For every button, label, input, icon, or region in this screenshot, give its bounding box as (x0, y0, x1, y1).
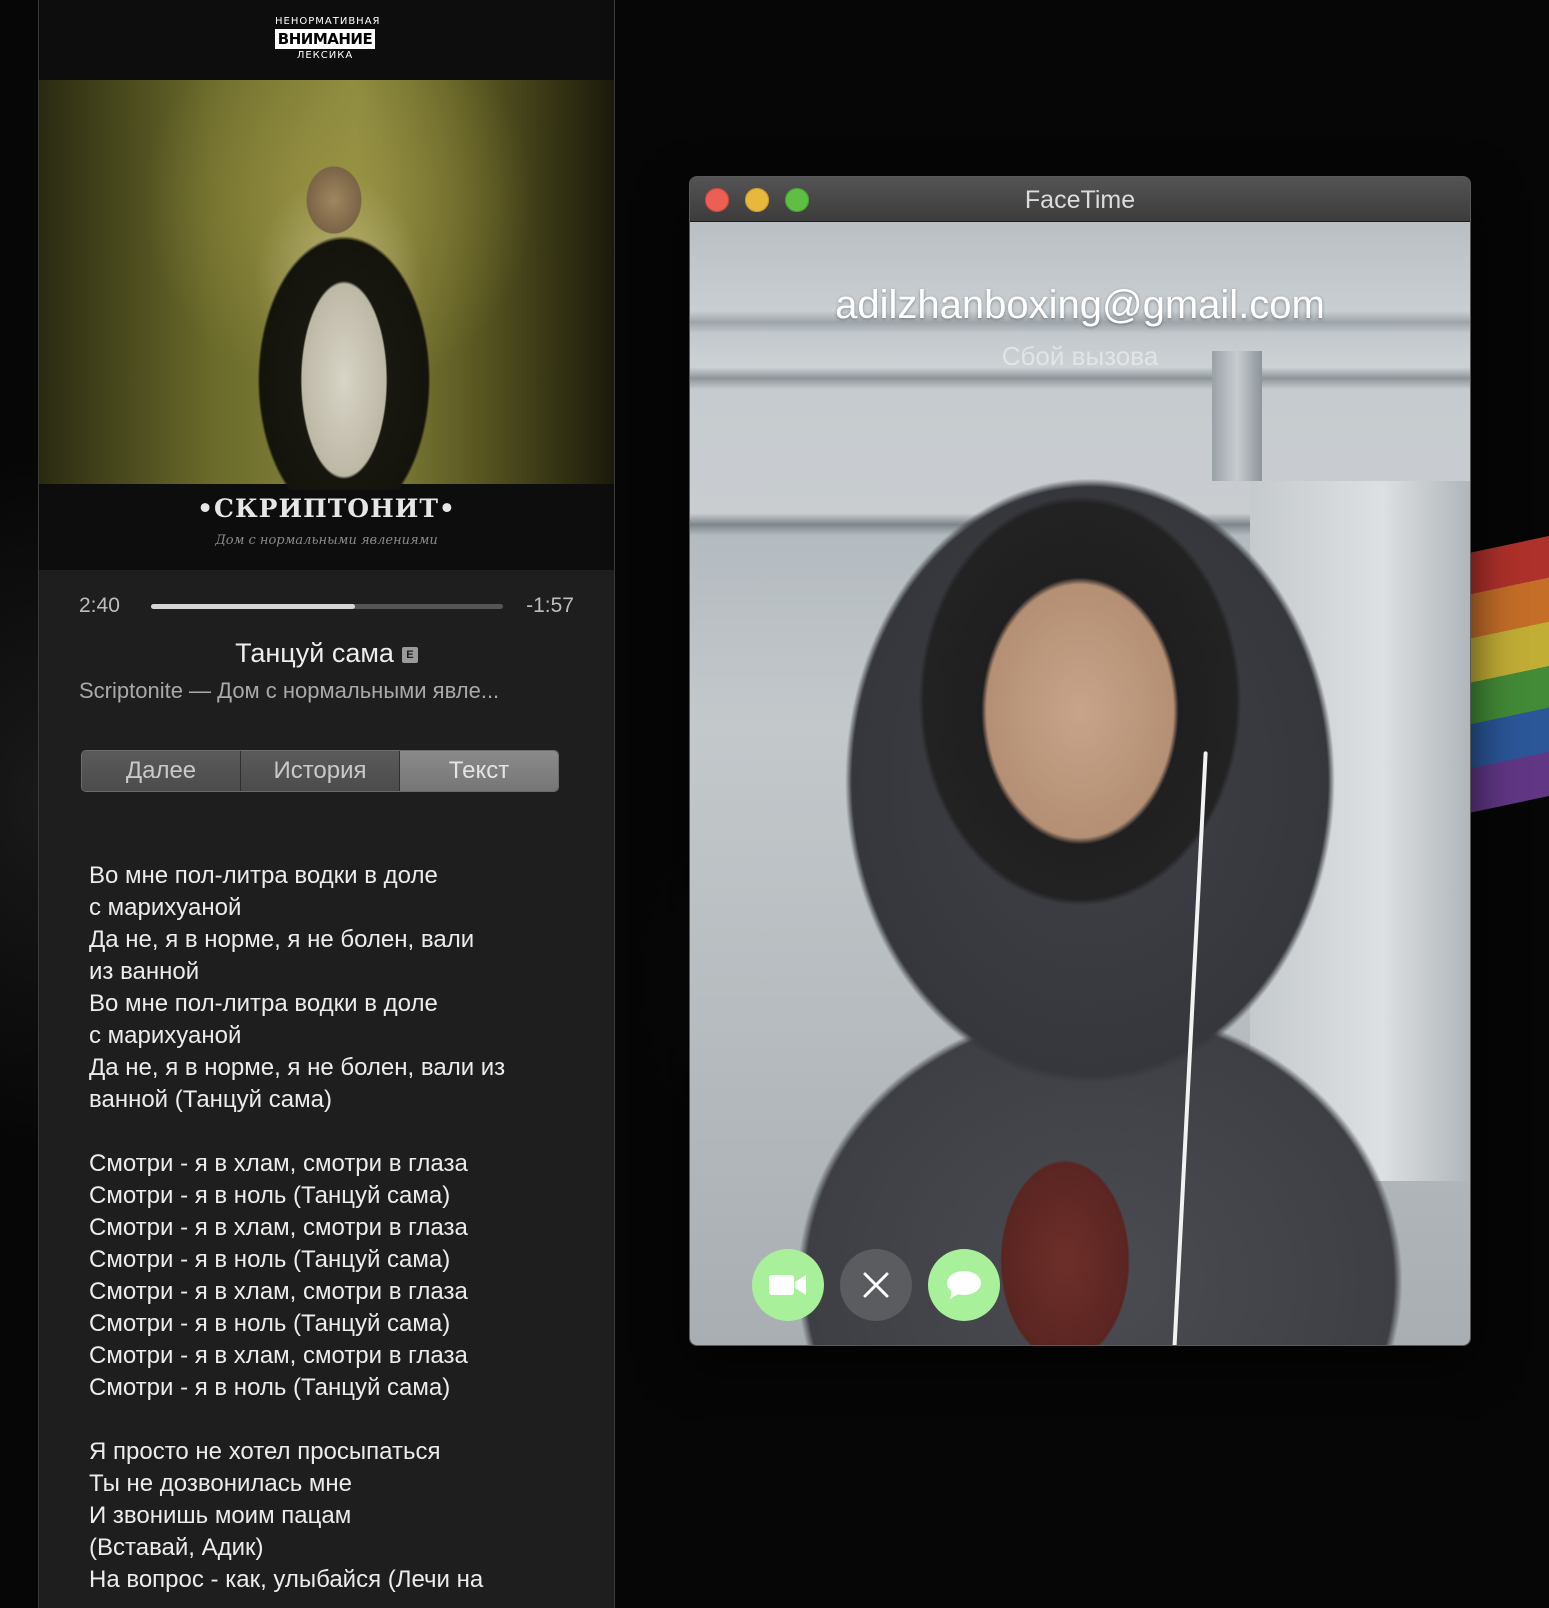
earphone-cable (1172, 751, 1208, 1345)
lyric-line: На вопрос - как, улыбайся (Лечи на (89, 1566, 484, 1593)
lyric-line: И звонишь моим пацам (89, 1502, 352, 1529)
artwork-brand-logo: •СКРИПТОНИТ• (197, 494, 456, 523)
lyric-line: Смотри - я в хлам, смотри в глаза (89, 1214, 468, 1241)
window-titlebar[interactable]: FaceTime (690, 177, 1470, 222)
lyric-line: Да не, я в норме, я не болен, вали из (89, 1054, 506, 1081)
message-button[interactable] (928, 1249, 1000, 1321)
parental-advisory-label: НЕНОРМАТИВНАЯ ВНИМАНИЕ ЛЕКСИКА (275, 16, 381, 62)
video-call-button[interactable] (752, 1249, 824, 1321)
lyric-line: Во мне пол-литра водки в доле (89, 862, 438, 889)
lyric-line: с марихуаной (89, 894, 242, 921)
elapsed-time: 2:40 (79, 594, 120, 617)
tab-next[interactable]: Далее (82, 751, 241, 791)
song-title-row: Танцуй сама E (39, 638, 614, 669)
advisory-top-text: НЕНОРМАТИВНАЯ (275, 16, 381, 27)
album-artwork[interactable]: НЕНОРМАТИВНАЯ ВНИМАНИЕ ЛЕКСИКА •СКРИПТОН… (39, 0, 614, 570)
facetime-window: adilzhanboxing@gmail.com Сбой вызова Fac… (690, 177, 1470, 1345)
wallpaper-rainbow-graphic (1470, 527, 1549, 813)
album-photo (39, 80, 614, 490)
tab-history[interactable]: История (241, 751, 400, 791)
lyric-line: Смотри - я в ноль (Танцуй сама) (89, 1374, 451, 1401)
self-view-person (750, 421, 1450, 1345)
artist-album[interactable]: Scriptonite — Дом с нормальными явле... (79, 678, 579, 704)
lyric-line: Смотри - я в хлам, смотри в глаза (89, 1150, 468, 1177)
lyric-line: Я просто не хотел просыпаться (89, 1438, 441, 1465)
playback-progress: 2:40 -1:57 (39, 590, 614, 620)
window-title: FaceTime (1024, 186, 1136, 214)
lyric-line: ванной (Танцуй сама) (89, 1086, 332, 1113)
explicit-badge: E (401, 647, 418, 663)
artwork-subtitle: Дом с нормальными явлениями (215, 533, 438, 548)
lyric-line: Да не, я в норме, я не болен, вали (89, 926, 475, 953)
advisory-middle-text: ВНИМАНИЕ (275, 29, 375, 49)
decline-button[interactable] (840, 1249, 912, 1321)
lyrics-view[interactable]: Во мне пол-литра водки в доле с марихуано… (89, 860, 569, 1596)
camera-preview: adilzhanboxing@gmail.com Сбой вызова (690, 221, 1470, 1345)
lyric-line: Смотри - я в хлам, смотри в глаза (89, 1278, 468, 1305)
call-status: Сбой вызова (1001, 341, 1159, 371)
lyric-line: Смотри - я в ноль (Танцуй сама) (89, 1246, 451, 1273)
song-title: Танцуй сама (235, 638, 394, 668)
tab-lyrics[interactable]: Текст (400, 751, 558, 791)
music-mini-player: НЕНОРМАТИВНАЯ ВНИМАНИЕ ЛЕКСИКА •СКРИПТОН… (38, 0, 615, 1608)
lyric-line (89, 1116, 569, 1148)
remaining-time: -1:57 (526, 594, 574, 617)
lyric-line: из ванной (89, 958, 200, 985)
album-photo-figure (234, 130, 454, 490)
lyric-line: Ты не дозвонилась мне (89, 1470, 352, 1497)
lyric-line: (Вставай, Адик) (89, 1534, 264, 1561)
video-camera-icon (769, 1272, 807, 1298)
message-bubble-icon (946, 1270, 982, 1300)
person-shirt (980, 1121, 1150, 1345)
caller-address: adilzhanboxing@gmail.com (835, 283, 1325, 327)
lyric-line: Смотри - я в хлам, смотри в глаза (89, 1342, 468, 1369)
lyric-line (89, 1404, 569, 1436)
player-tabs: Далее История Текст (81, 750, 559, 792)
close-icon (862, 1271, 890, 1299)
advisory-bottom-text: ЛЕКСИКА (296, 50, 354, 61)
progress-bar[interactable] (151, 604, 503, 609)
lyric-line: Смотри - я в ноль (Танцуй сама) (89, 1182, 451, 1209)
progress-bar-fill (151, 604, 356, 609)
lyric-line: Смотри - я в ноль (Танцуй сама) (89, 1310, 451, 1337)
lyric-line: Во мне пол-литра водки в доле (89, 990, 438, 1017)
lyric-line: с марихуаной (89, 1022, 242, 1049)
